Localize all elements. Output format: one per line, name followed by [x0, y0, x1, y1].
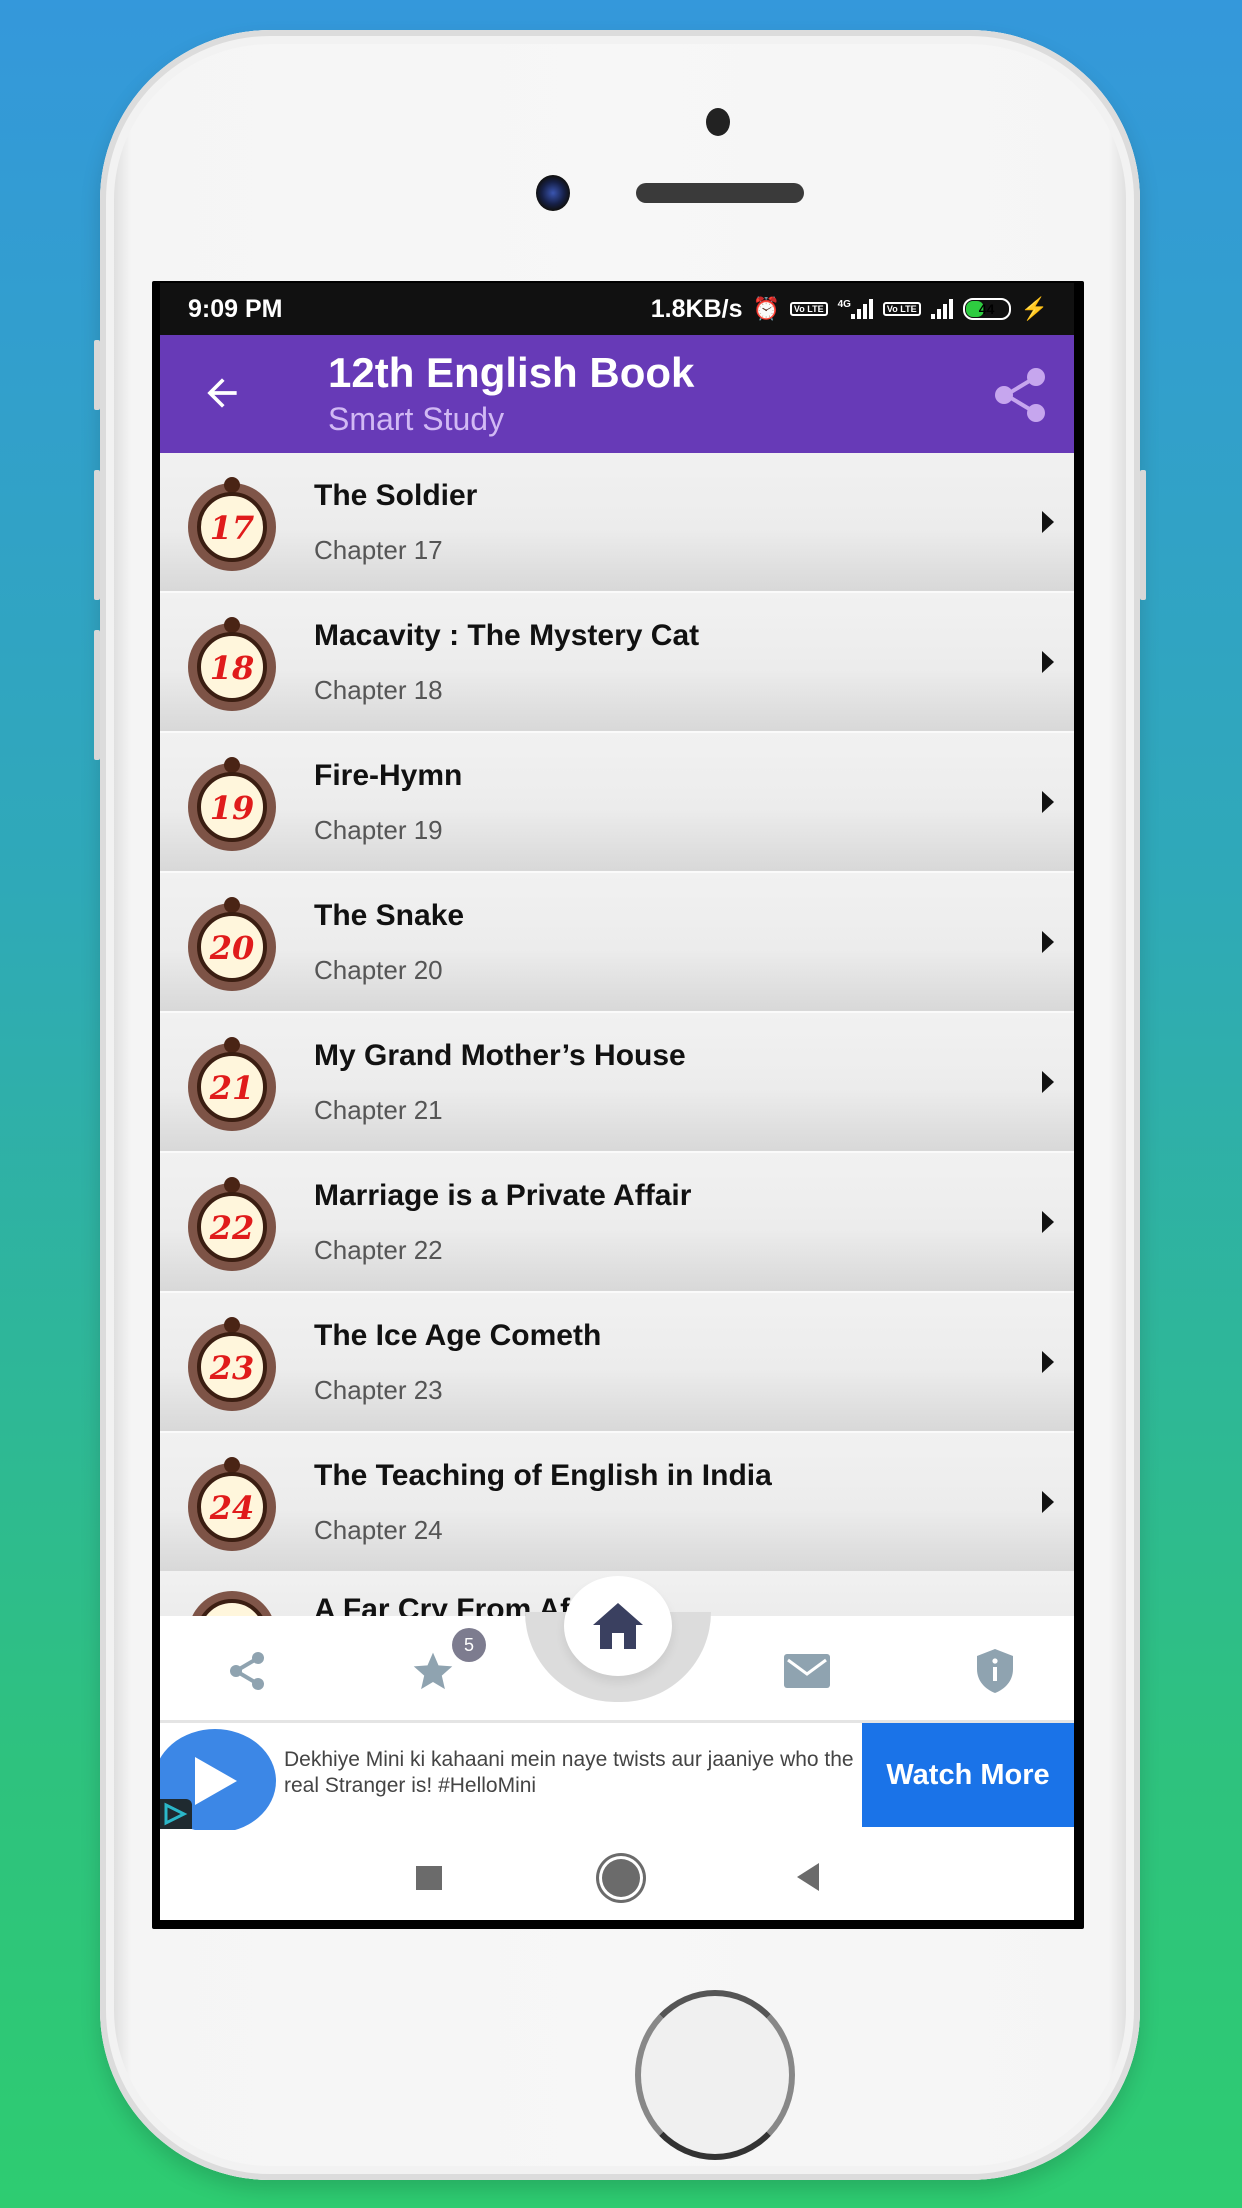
- chevron-right-icon: [1042, 1211, 1054, 1233]
- chapter-badge-number: 20: [209, 929, 255, 967]
- play-icon: [195, 1757, 237, 1805]
- chapter-badge-icon: 18: [188, 617, 276, 711]
- chapter-badge-number: 19: [210, 789, 255, 827]
- chevron-right-icon: [1042, 1351, 1054, 1373]
- app-bar: 12th English Book Smart Study: [160, 335, 1074, 453]
- list-item[interactable]: 23 The Ice Age Cometh Chapter 23: [160, 1293, 1074, 1433]
- chapter-subtitle: Chapter 23: [314, 1375, 443, 1405]
- status-time: 9:09 PM: [188, 294, 283, 323]
- list-item[interactable]: 17 The Soldier Chapter 17: [160, 453, 1074, 593]
- chapter-title: The Ice Age Cometh: [314, 1319, 602, 1352]
- share-button[interactable]: [990, 367, 1050, 423]
- battery-level: 44: [978, 301, 995, 317]
- chapter-badge-icon: 24: [188, 1457, 276, 1551]
- chevron-right-icon: [1042, 651, 1054, 673]
- battery-icon: 44: [962, 298, 1011, 320]
- volume-down-button: [94, 630, 100, 760]
- network-speed: 1.8KB/s: [650, 294, 743, 323]
- chapter-badge-number: 21: [209, 1069, 255, 1107]
- chapter-badge-icon: 17: [188, 477, 276, 571]
- recents-icon[interactable]: [416, 1866, 442, 1890]
- chapter-title: The Teaching of English in India: [314, 1459, 772, 1492]
- list-item[interactable]: 22 Marriage is a Private Affair Chapter …: [160, 1153, 1074, 1293]
- chapter-badge-icon: 21: [188, 1037, 276, 1131]
- share-icon: [230, 1652, 264, 1690]
- chevron-right-icon: [1042, 791, 1054, 813]
- chapter-badge-icon: 22: [188, 1177, 276, 1271]
- chapter-badge-icon: [192, 1591, 272, 1616]
- chapter-title: Fire-Hymn: [314, 759, 463, 792]
- list-item[interactable]: 24 The Teaching of English in India Chap…: [160, 1433, 1074, 1573]
- home-circle-icon[interactable]: [602, 1859, 640, 1897]
- back-triangle-icon[interactable]: [797, 1863, 819, 1891]
- watch-more-button[interactable]: Watch More: [862, 1723, 1074, 1827]
- chapter-subtitle: Chapter 19: [314, 815, 443, 845]
- nav-home-button[interactable]: [564, 1576, 672, 1676]
- ad-banner[interactable]: Dekhiye Mini ki kahaani mein naye twists…: [160, 1720, 1074, 1833]
- chevron-right-icon: [1042, 1491, 1054, 1513]
- hardware-home-button[interactable]: [635, 1990, 795, 2160]
- list-item[interactable]: 19 Fire-Hymn Chapter 19: [160, 733, 1074, 873]
- list-item[interactable]: 20 The Snake Chapter 20: [160, 873, 1074, 1013]
- chapter-badge-number: 18: [210, 649, 255, 687]
- chapter-subtitle: Chapter 18: [314, 675, 443, 705]
- chapter-title: My Grand Mother’s House: [314, 1039, 686, 1072]
- chapter-title: Macavity : The Mystery Cat: [314, 619, 700, 652]
- nav-share-button[interactable]: [222, 1646, 272, 1696]
- chapter-badge-number: 17: [210, 509, 255, 547]
- chapter-badge-icon: 23: [188, 1317, 276, 1411]
- front-camera: [536, 175, 570, 211]
- chevron-right-icon: [1042, 1071, 1054, 1093]
- volte-icon: Vo LTE: [882, 302, 921, 316]
- chapter-title: The Snake: [314, 899, 465, 932]
- charging-icon: ⚡: [1020, 296, 1048, 321]
- page-title: 12th English Book: [328, 349, 695, 396]
- page-subtitle: Smart Study: [328, 401, 505, 437]
- chapter-badge-number: 24: [209, 1489, 255, 1527]
- power-button: [1140, 470, 1146, 600]
- back-button[interactable]: [200, 371, 244, 423]
- chapter-subtitle: Chapter 20: [314, 955, 443, 985]
- chevron-right-icon: [1042, 931, 1054, 953]
- ad-choices-icon[interactable]: [160, 1799, 192, 1829]
- status-bar: 9:09 PM 1.8KB/s ⏰ Vo LTE 4G Vo LTE 44 ⚡: [160, 283, 1074, 335]
- 4g-signal-icon: 4G: [838, 299, 873, 319]
- volte-icon: Vo LTE: [789, 302, 828, 316]
- favorites-count-badge: 5: [452, 1628, 486, 1662]
- chapter-subtitle: Chapter 21: [314, 1095, 443, 1125]
- list-item[interactable]: 18 Macavity : The Mystery Cat Chapter 18: [160, 593, 1074, 733]
- alarm-icon: ⏰: [752, 296, 780, 321]
- nav-privacy-button[interactable]: [970, 1646, 1020, 1696]
- chapter-badge-number: 23: [209, 1349, 255, 1387]
- proximity-sensor: [706, 108, 730, 136]
- star-icon: [413, 1652, 453, 1690]
- mute-switch: [94, 340, 100, 410]
- volume-up-button: [94, 470, 100, 600]
- chapter-badge-icon: 20: [188, 897, 276, 991]
- nav-favorites-button[interactable]: [408, 1646, 458, 1696]
- chapter-title: The Soldier: [314, 479, 478, 512]
- chevron-right-icon: [1042, 511, 1054, 533]
- ad-text: Dekhiye Mini ki kahaani mein naye twists…: [284, 1748, 854, 1797]
- shield-info-icon: [977, 1649, 1013, 1693]
- nav-mail-button[interactable]: [782, 1646, 832, 1696]
- chapter-list: 17 The Soldier Chapter 17 18 Macavity : …: [160, 453, 1074, 1573]
- chapter-badge-icon: 19: [188, 757, 276, 851]
- signal-icon: [930, 299, 953, 319]
- chapter-subtitle: Chapter 24: [314, 1515, 443, 1545]
- earpiece-speaker: [636, 183, 804, 203]
- screen: 9:09 PM 1.8KB/s ⏰ Vo LTE 4G Vo LTE 44 ⚡ …: [160, 283, 1074, 1920]
- chapter-badge-number: 22: [209, 1209, 255, 1247]
- chapter-subtitle: Chapter 22: [314, 1235, 443, 1265]
- bottom-navigation: 5: [160, 1576, 1074, 1720]
- arrow-left-icon: [207, 378, 237, 408]
- share-icon: [995, 368, 1045, 422]
- home-icon: [593, 1603, 643, 1649]
- system-navigation-bar: [160, 1830, 1074, 1920]
- chapter-title: Marriage is a Private Affair: [314, 1179, 692, 1212]
- mail-icon: [784, 1654, 830, 1688]
- list-item[interactable]: 21 My Grand Mother’s House Chapter 21: [160, 1013, 1074, 1153]
- chapter-subtitle: Chapter 17: [314, 535, 443, 565]
